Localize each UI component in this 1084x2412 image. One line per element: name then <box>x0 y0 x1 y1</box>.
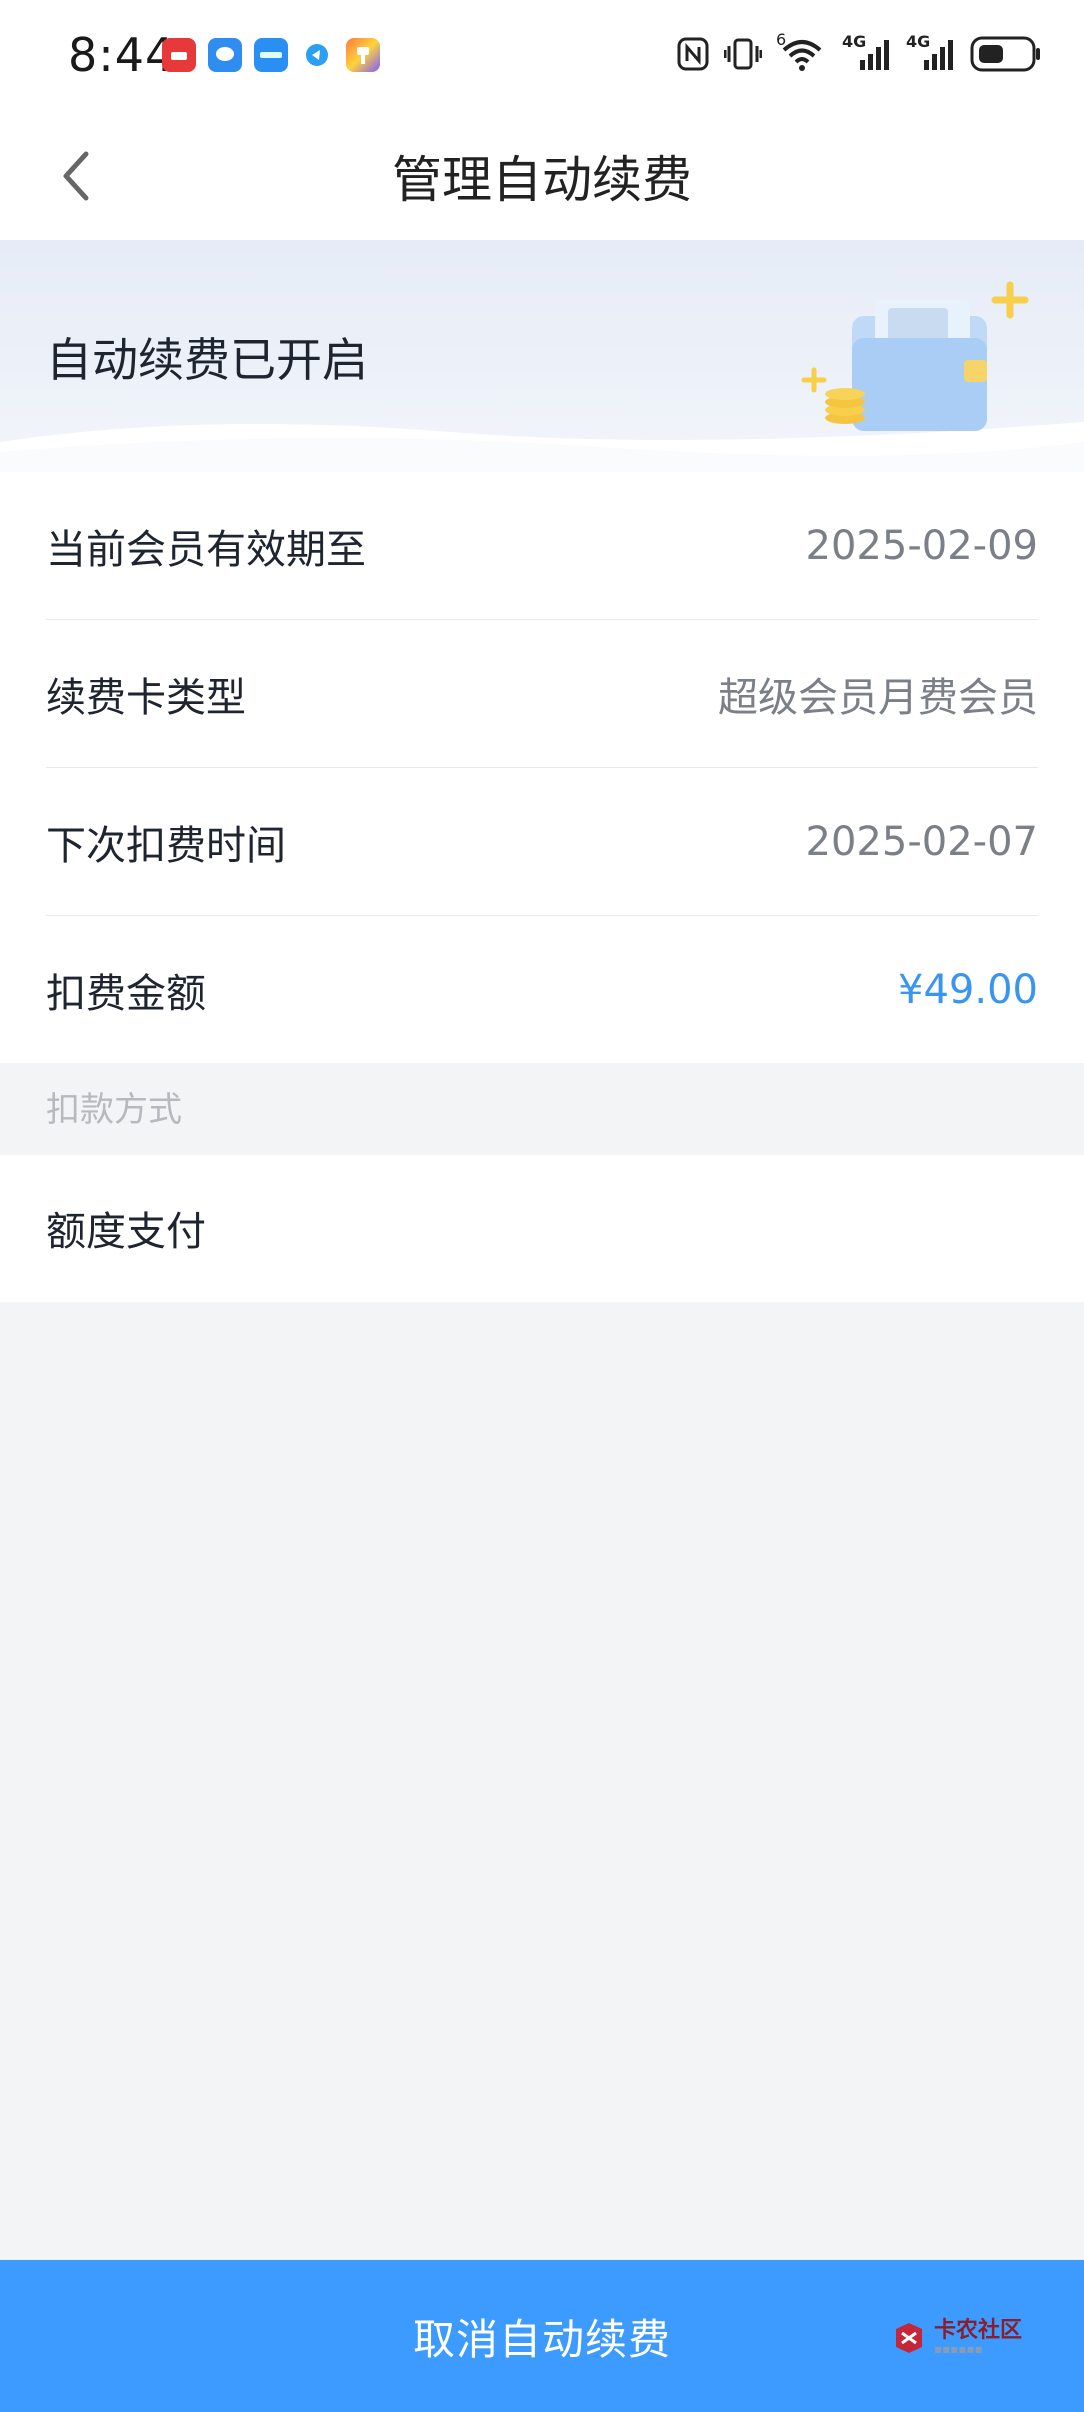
renewal-status-banner: 自动续费已开启 <box>0 240 1084 472</box>
watermark-text-block: 卡农社区 ▪▪▪▪▪▪ <box>933 2318 1022 2357</box>
messages-icon <box>208 38 242 72</box>
renewal-details-section: 当前会员有效期至 2025-02-09 续费卡类型 超级会员月费会员 下次扣费时… <box>0 472 1084 1063</box>
wifi-indicator: 6 <box>776 30 828 74</box>
amount-label: 扣费金额 <box>46 970 206 1017</box>
page-title: 管理自动续费 <box>392 151 692 209</box>
vibrate-icon <box>724 38 762 70</box>
detail-row-amount: 扣费金额 ¥49.00 <box>46 916 1038 1063</box>
detail-row-card-type: 续费卡类型 超级会员月费会员 <box>46 620 1038 768</box>
navigation-bar: 管理自动续费 <box>0 110 1084 240</box>
signal-indicator-1: 4G <box>842 32 892 74</box>
card-type-label: 续费卡类型 <box>46 674 246 721</box>
payment-method-text: 额度支付 <box>46 1209 206 1255</box>
status-time: 8:44 <box>68 28 176 82</box>
cancel-auto-renew-label: 取消自动续费 <box>412 2314 671 2364</box>
next-charge-value: 2025-02-07 <box>805 818 1038 865</box>
signal-indicator-2: 4G <box>906 32 956 74</box>
expiry-label: 当前会员有效期至 <box>46 526 366 573</box>
battery-icon <box>970 36 1040 72</box>
status-bar: 8:44 6 4G 4G <box>0 0 1084 110</box>
browser-icon <box>300 38 334 72</box>
system-status-icons: 6 4G 4G <box>676 30 1042 74</box>
renewal-status-text: 自动续费已开启 <box>46 333 368 387</box>
payment-method-row[interactable]: 额度支付 <box>0 1155 1084 1302</box>
detail-row-expiry: 当前会员有效期至 2025-02-09 <box>46 472 1038 620</box>
wallet-illustration-icon <box>801 281 1029 431</box>
expiry-value: 2025-02-09 <box>805 522 1038 569</box>
wifi-label: 6 <box>776 30 787 49</box>
watermark-logo-icon <box>895 2323 922 2353</box>
payment-section-label: 扣款方式 <box>46 1090 182 1130</box>
theme-icon <box>346 38 380 72</box>
huawei-appgallery-icon <box>162 38 196 72</box>
amount-value: ¥49.00 <box>898 966 1038 1013</box>
app-icon <box>254 38 288 72</box>
watermark-subtext: ▪▪▪▪▪▪ <box>933 2342 983 2356</box>
card-type-value: 超级会员月费会员 <box>718 674 1038 721</box>
watermark-text: 卡农社区 <box>933 2318 1022 2343</box>
notification-app-icons <box>162 38 380 72</box>
network-label-2: 4G <box>906 32 931 51</box>
next-charge-label: 下次扣费时间 <box>46 822 286 869</box>
nfc-icon <box>677 37 709 71</box>
detail-row-next-charge: 下次扣费时间 2025-02-07 <box>46 768 1038 916</box>
network-label-1: 4G <box>842 32 867 51</box>
watermark: 卡农社区 ▪▪▪▪▪▪ <box>892 2320 1022 2356</box>
